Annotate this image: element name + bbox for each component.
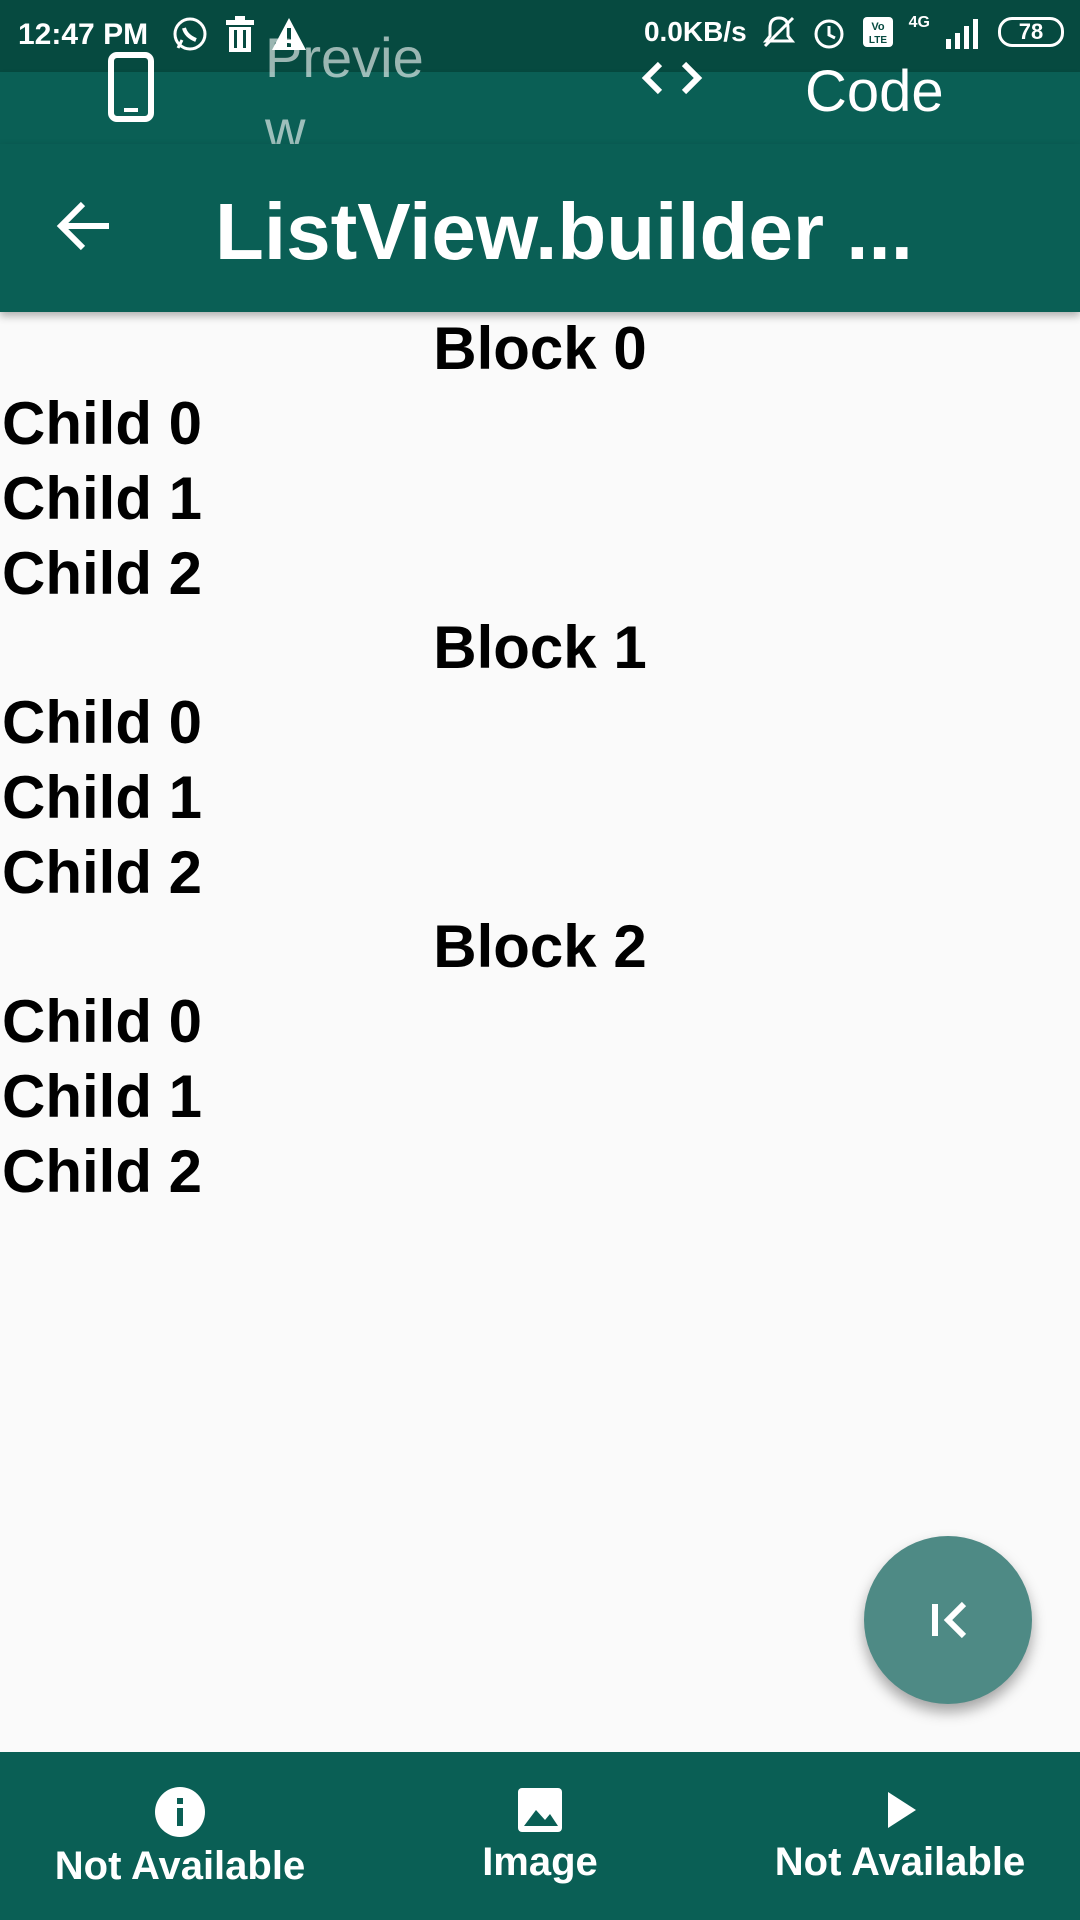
block-header: Block 2 — [433, 913, 647, 980]
play-icon — [888, 1792, 916, 1828]
tab-code-label[interactable]: Code — [805, 58, 944, 125]
list-item: Child 1 — [2, 1063, 203, 1130]
status-time: 12:47 PM — [18, 18, 149, 51]
info-icon — [155, 1787, 205, 1837]
nav-label: Image — [482, 1840, 598, 1884]
nav-label: Not Available — [54, 1844, 306, 1888]
nav-item-image[interactable]: Image — [360, 1752, 720, 1920]
status-right: 0.0KB/s Vo LTE 4G 78 — [644, 14, 1064, 50]
code-icon — [641, 61, 703, 95]
whatsapp-icon — [173, 17, 207, 51]
list-view[interactable]: Block 0 Child 0 Child 1 Child 2 Block 1 … — [0, 312, 1080, 1209]
list-item: Child 0 — [2, 689, 203, 756]
volte-icon: Vo LTE — [862, 17, 893, 47]
svg-text:Vo: Vo — [871, 21, 885, 33]
first-page-fab[interactable] — [864, 1536, 1032, 1704]
nav-item-play[interactable]: Not Available — [720, 1752, 1080, 1920]
list-item: Child 2 — [2, 839, 203, 906]
list-item: Child 0 — [2, 988, 203, 1055]
image-icon — [518, 1788, 562, 1832]
signal-icon — [946, 19, 978, 49]
bottom-nav: Not Available Image Not Available — [0, 1752, 1080, 1920]
skip-back-icon — [932, 1601, 967, 1639]
tab-code[interactable] — [640, 58, 704, 103]
block-0: Block 0 Child 0 Child 1 Child 2 — [0, 312, 1080, 611]
mute-icon — [762, 16, 795, 48]
block-2: Block 2 Child 0 Child 1 Child 2 — [0, 910, 1080, 1209]
list-item: Child 2 — [2, 1138, 203, 1205]
network-type: 4G — [908, 14, 930, 31]
nav-item-info[interactable]: Not Available — [0, 1752, 360, 1920]
net-speed: 0.0KB/s — [643, 16, 747, 47]
preview-code-tabbar: Preview Code — [0, 26, 1080, 161]
page-title: ListView.builder ... — [215, 187, 913, 276]
list-item: Child 2 — [2, 540, 203, 607]
alarm-icon — [814, 19, 844, 49]
list-item: Child 0 — [2, 390, 203, 457]
back-arrow-icon — [56, 201, 109, 251]
block-1: Block 1 Child 0 Child 1 Child 2 — [0, 611, 1080, 910]
svg-text:LTE: LTE — [869, 35, 887, 46]
back-button[interactable] — [55, 198, 113, 259]
phone-icon — [108, 52, 154, 122]
nav-label: Not Available — [774, 1840, 1026, 1884]
block-header: Block 0 — [433, 315, 647, 382]
block-header: Block 1 — [433, 614, 647, 681]
list-item: Child 1 — [2, 764, 203, 831]
list-item: Child 1 — [2, 465, 203, 532]
battery-icon: 78 — [998, 17, 1064, 47]
tab-preview[interactable] — [108, 52, 154, 127]
app-bar: ListView.builder ... — [0, 144, 1080, 312]
trash-icon — [226, 16, 254, 52]
